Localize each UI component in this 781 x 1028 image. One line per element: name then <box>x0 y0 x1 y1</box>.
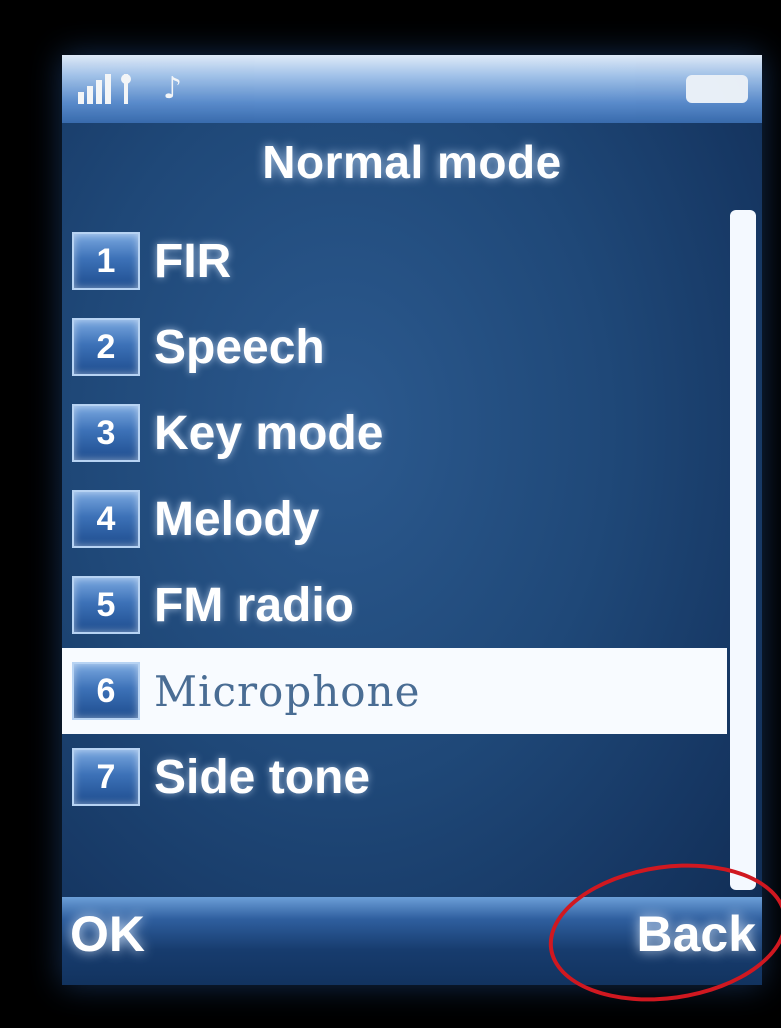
antenna-icon <box>121 74 131 104</box>
menu-item-label: Microphone <box>154 666 421 716</box>
menu-item-number: 3 <box>72 404 140 462</box>
menu-item-speech[interactable]: 2 Speech <box>62 304 727 390</box>
music-note-icon: ♪ <box>163 71 183 106</box>
menu-list: 1 FIR 2 Speech 3 Key mode 4 Melody 5 FM … <box>62 218 727 820</box>
ok-softkey[interactable]: OK <box>70 905 145 963</box>
menu-item-label: FIR <box>154 234 232 288</box>
menu-item-side-tone[interactable]: 7 Side tone <box>62 734 727 820</box>
menu-item-number: 2 <box>72 318 140 376</box>
status-bar: ♪ <box>62 55 762 123</box>
menu-item-number: 1 <box>72 232 140 290</box>
menu-item-label: FM radio <box>154 578 354 632</box>
battery-icon <box>686 75 748 103</box>
menu-item-fm-radio[interactable]: 5 FM radio <box>62 562 727 648</box>
menu-item-number: 5 <box>72 576 140 634</box>
menu-item-label: Key mode <box>154 406 384 460</box>
signal-icon <box>78 74 111 104</box>
menu-item-label: Side tone <box>154 750 371 804</box>
phone-screen: ♪ Normal mode 1 FIR 2 Speech 3 Key mode … <box>62 55 762 985</box>
scrollbar[interactable] <box>730 210 756 890</box>
page-title: Normal mode <box>262 136 562 188</box>
menu-item-key-mode[interactable]: 3 Key mode <box>62 390 727 476</box>
menu-item-melody[interactable]: 4 Melody <box>62 476 727 562</box>
menu-item-label: Melody <box>154 492 320 546</box>
menu-item-microphone[interactable]: 6 Microphone <box>62 648 727 734</box>
menu-item-number: 6 <box>72 662 140 720</box>
menu-item-number: 7 <box>72 748 140 806</box>
menu-item-label: Speech <box>154 320 325 374</box>
menu-item-number: 4 <box>72 490 140 548</box>
menu-item-fir[interactable]: 1 FIR <box>62 218 727 304</box>
